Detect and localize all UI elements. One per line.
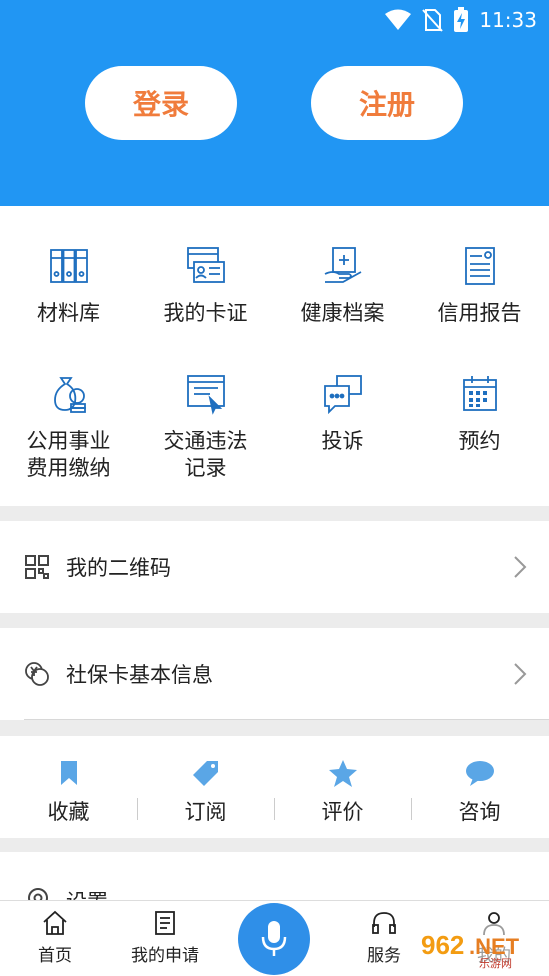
- subscribe-action[interactable]: 订阅: [137, 758, 274, 826]
- divider: [24, 719, 549, 720]
- tab-my-applications[interactable]: 我的申请: [115, 909, 215, 966]
- register-label: 注册: [358, 88, 415, 121]
- home-icon: [43, 910, 67, 935]
- battery-charging-icon: [454, 7, 469, 32]
- service-credit[interactable]: 信用报告: [411, 244, 548, 327]
- action-label: 评价: [321, 800, 364, 824]
- health-record-icon: [324, 247, 361, 283]
- voice-button[interactable]: [238, 903, 310, 975]
- svg-text:962: 962: [421, 930, 464, 960]
- login-button[interactable]: 登录: [85, 66, 237, 140]
- social-card-row[interactable]: 社保卡基本信息: [0, 628, 549, 720]
- service-appointment[interactable]: 预约: [411, 372, 548, 455]
- service-label: 预约: [458, 429, 501, 453]
- service-traffic[interactable]: 交通违法 记录: [137, 372, 274, 482]
- svg-text:乐游网: 乐游网: [479, 957, 512, 970]
- binders-icon: [49, 249, 88, 283]
- complaint-icon: [323, 375, 362, 415]
- traffic-record-icon: [186, 375, 225, 415]
- coins-icon: [25, 662, 49, 686]
- star-icon: [328, 760, 357, 787]
- header: 11:33 登录 注册: [0, 0, 549, 206]
- tag-icon: [192, 761, 218, 786]
- tab-services-label: 服务: [367, 946, 401, 966]
- my-qr-code-label: 我的二维码: [66, 556, 171, 580]
- register-button[interactable]: 注册: [311, 66, 463, 140]
- action-label: 收藏: [47, 800, 90, 824]
- no-sim-icon: [422, 9, 444, 32]
- service-label: 材料库: [37, 301, 100, 325]
- service-label: 投诉: [321, 429, 364, 453]
- report-icon: [464, 247, 495, 285]
- qr-code-icon: [25, 555, 49, 579]
- document-icon: [155, 911, 175, 935]
- bookmark-icon: [60, 761, 77, 785]
- calendar-icon: [462, 376, 497, 411]
- service-materials[interactable]: 材料库: [0, 244, 137, 327]
- favorite-action[interactable]: 收藏: [0, 758, 137, 826]
- service-label: 公用事业 费用缴纳: [26, 429, 111, 480]
- svg-text:.NET: .NET: [469, 934, 520, 959]
- social-card-label: 社保卡基本信息: [66, 663, 213, 687]
- action-label: 订阅: [184, 800, 227, 824]
- rate-action[interactable]: 评价: [274, 758, 411, 826]
- tab-home-label: 首页: [38, 946, 72, 966]
- status-bar: 11:33: [385, 6, 537, 34]
- service-complaint[interactable]: 投诉: [274, 372, 411, 455]
- service-health[interactable]: 健康档案: [274, 244, 411, 327]
- service-label: 健康档案: [300, 301, 385, 325]
- watermark-logo: 962 .NET 乐游网: [415, 924, 541, 970]
- service-label: 信用报告: [437, 301, 522, 325]
- my-qr-code-row[interactable]: 我的二维码: [0, 521, 549, 613]
- service-label: 我的卡证: [163, 301, 248, 325]
- tab-my-applications-label: 我的申请: [131, 946, 199, 966]
- utility-payment-icon: [53, 377, 86, 413]
- chevron-right-icon: [514, 556, 527, 578]
- services-grid: 材料库 我的卡证 健康档案 信用报告 公用事业 费用缴纳 交通违法 记录 投诉 …: [0, 206, 549, 506]
- action-label: 咨询: [458, 800, 501, 824]
- login-label: 登录: [132, 88, 189, 121]
- service-cards[interactable]: 我的卡证: [137, 244, 274, 327]
- status-time: 11:33: [479, 8, 537, 32]
- wifi-icon: [385, 9, 412, 30]
- chevron-right-icon: [514, 663, 527, 685]
- tab-home[interactable]: 首页: [5, 909, 105, 966]
- headset-icon: [372, 912, 396, 934]
- consult-action[interactable]: 咨询: [411, 758, 548, 826]
- action-bar: 收藏 订阅 评价 咨询: [0, 736, 549, 838]
- service-utility[interactable]: 公用事业 费用缴纳: [0, 372, 137, 482]
- microphone-icon: [261, 921, 287, 956]
- chat-icon: [465, 761, 494, 786]
- id-card-icon: [186, 247, 225, 283]
- service-label: 交通违法 记录: [163, 429, 248, 480]
